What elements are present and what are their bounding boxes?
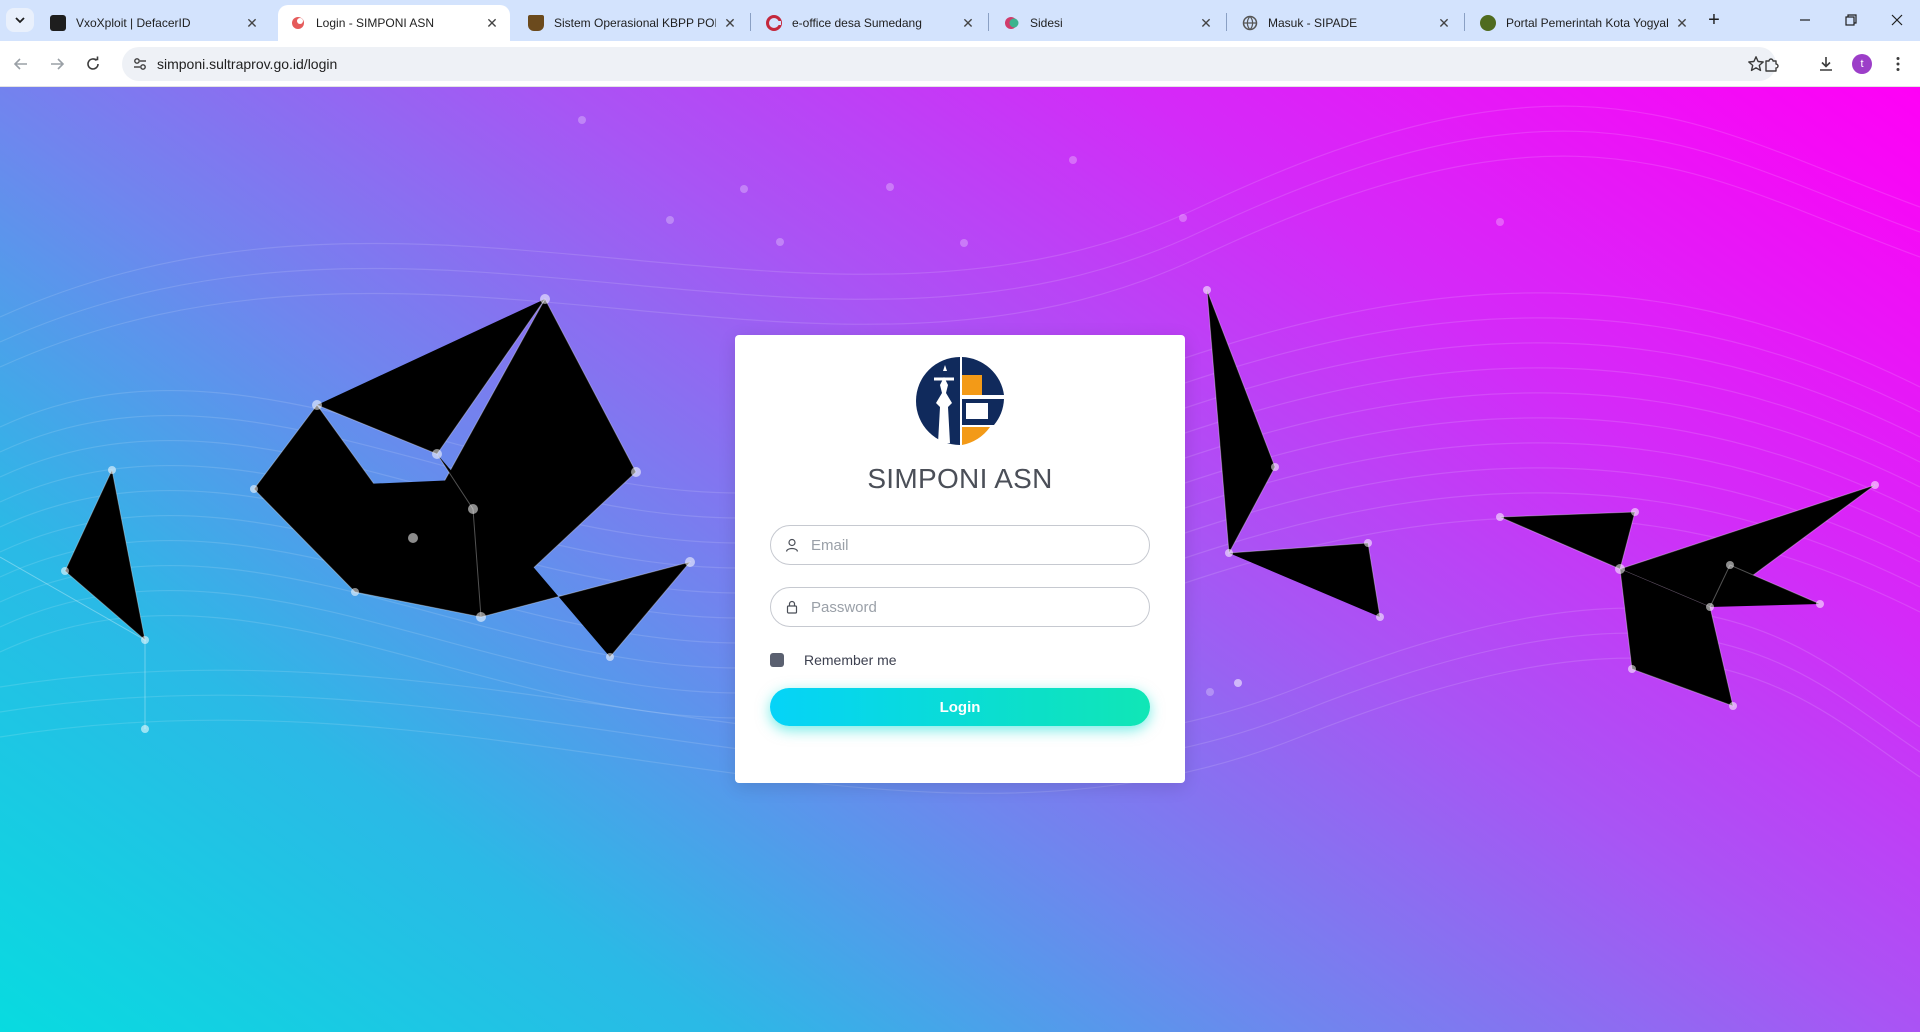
reload-icon <box>87 56 99 70</box>
close-window-button[interactable] <box>1882 8 1912 32</box>
email-field[interactable] <box>770 525 1150 565</box>
simponi-logo <box>916 357 1004 445</box>
close-icon[interactable]: ✕ <box>722 15 738 31</box>
eoffice-favicon-icon <box>766 15 782 31</box>
profile-avatar[interactable]: t <box>1852 54 1872 74</box>
address-bar[interactable]: simponi.sultraprov.go.id/login <box>122 47 1776 81</box>
tab-strip: VxoXploit | DefacerID ✕ Login - SIMPONI … <box>0 0 1920 41</box>
reload-button[interactable] <box>80 51 106 77</box>
remember-me-checkbox[interactable] <box>770 653 784 667</box>
tab-title: Login - SIMPONI ASN <box>316 16 435 30</box>
downloads-button[interactable] <box>1814 52 1838 76</box>
tab-portal-yogyakarta[interactable]: Portal Pemerintah Kota Yogyakarta ✕ <box>1468 5 1700 41</box>
close-icon[interactable]: ✕ <box>244 15 260 31</box>
close-icon[interactable]: ✕ <box>484 15 500 31</box>
restore-button[interactable] <box>1836 8 1866 32</box>
globe-icon <box>1242 15 1258 31</box>
tab-title: VxoXploit | DefacerID <box>76 16 191 30</box>
lock-icon <box>784 599 800 615</box>
password-input[interactable] <box>811 588 1131 626</box>
close-icon[interactable]: ✕ <box>1674 15 1690 31</box>
tab-title: Portal Pemerintah Kota Yogyakarta <box>1506 16 1668 30</box>
tab-separator <box>1226 13 1227 31</box>
tab-sidesi[interactable]: Sidesi ✕ <box>992 5 1224 41</box>
tab-search-button[interactable] <box>6 8 34 32</box>
close-icon[interactable]: ✕ <box>960 15 976 31</box>
tab-title: Sistem Operasional KBPP POLRI <box>554 16 716 30</box>
remember-me[interactable]: Remember me <box>770 650 897 670</box>
browser-toolbar: simponi.sultraprov.go.id/login t <box>0 41 1920 87</box>
arrow-right-icon <box>51 58 65 70</box>
simponi-favicon-icon <box>290 15 306 31</box>
restore-icon <box>1845 14 1857 26</box>
new-tab-button[interactable]: + <box>1702 9 1726 33</box>
app-title: SIMPONI ASN <box>867 463 1053 494</box>
page-background: SIMPONI ASN Remember me Login <box>0 87 1920 1032</box>
arrow-left-icon <box>13 58 27 70</box>
tab-separator <box>750 13 751 31</box>
close-icon[interactable]: ✕ <box>1436 15 1452 31</box>
tab-kbpp-polri[interactable]: Sistem Operasional KBPP POLRI ✕ <box>516 5 748 41</box>
tab-separator <box>988 13 989 31</box>
tab-title: e-office desa Sumedang <box>792 16 922 30</box>
browser-menu-button[interactable] <box>1886 52 1910 76</box>
login-card: SIMPONI ASN Remember me Login <box>735 335 1185 783</box>
url-text[interactable]: simponi.sultraprov.go.id/login <box>157 56 337 72</box>
minimize-button[interactable] <box>1790 8 1820 32</box>
shield-favicon-icon <box>528 15 544 31</box>
email-input[interactable] <box>811 526 1131 564</box>
tab-eoffice-sumedang[interactable]: e-office desa Sumedang ✕ <box>754 5 986 41</box>
site-favicon-icon <box>50 15 66 31</box>
site-settings-icon[interactable] <box>130 54 150 74</box>
puzzle-icon <box>1765 58 1779 72</box>
extensions-button[interactable] <box>1760 52 1784 76</box>
remember-me-label[interactable]: Remember me <box>804 652 897 668</box>
download-icon <box>1820 57 1832 71</box>
minimize-icon <box>1800 19 1810 21</box>
tab-title: Masuk - SIPADE <box>1268 16 1358 30</box>
tab-sipade[interactable]: Masuk - SIPADE ✕ <box>1230 5 1462 41</box>
tab-simponi-login[interactable]: Login - SIMPONI ASN ✕ <box>278 5 510 41</box>
sidesi-favicon-icon <box>1004 15 1020 31</box>
emblem-favicon-icon <box>1480 15 1496 31</box>
user-icon <box>784 537 800 553</box>
back-button[interactable] <box>8 51 34 77</box>
tab-separator <box>1464 13 1465 31</box>
more-vertical-icon <box>1896 57 1900 71</box>
forward-button[interactable] <box>44 51 70 77</box>
tab-title: Sidesi <box>1030 16 1063 30</box>
chevron-down-icon <box>15 17 25 24</box>
close-icon <box>1891 14 1903 26</box>
password-field[interactable] <box>770 587 1150 627</box>
close-icon[interactable]: ✕ <box>1198 15 1214 31</box>
tab-vxoxploit[interactable]: VxoXploit | DefacerID ✕ <box>38 5 270 41</box>
login-button[interactable]: Login <box>770 688 1150 726</box>
